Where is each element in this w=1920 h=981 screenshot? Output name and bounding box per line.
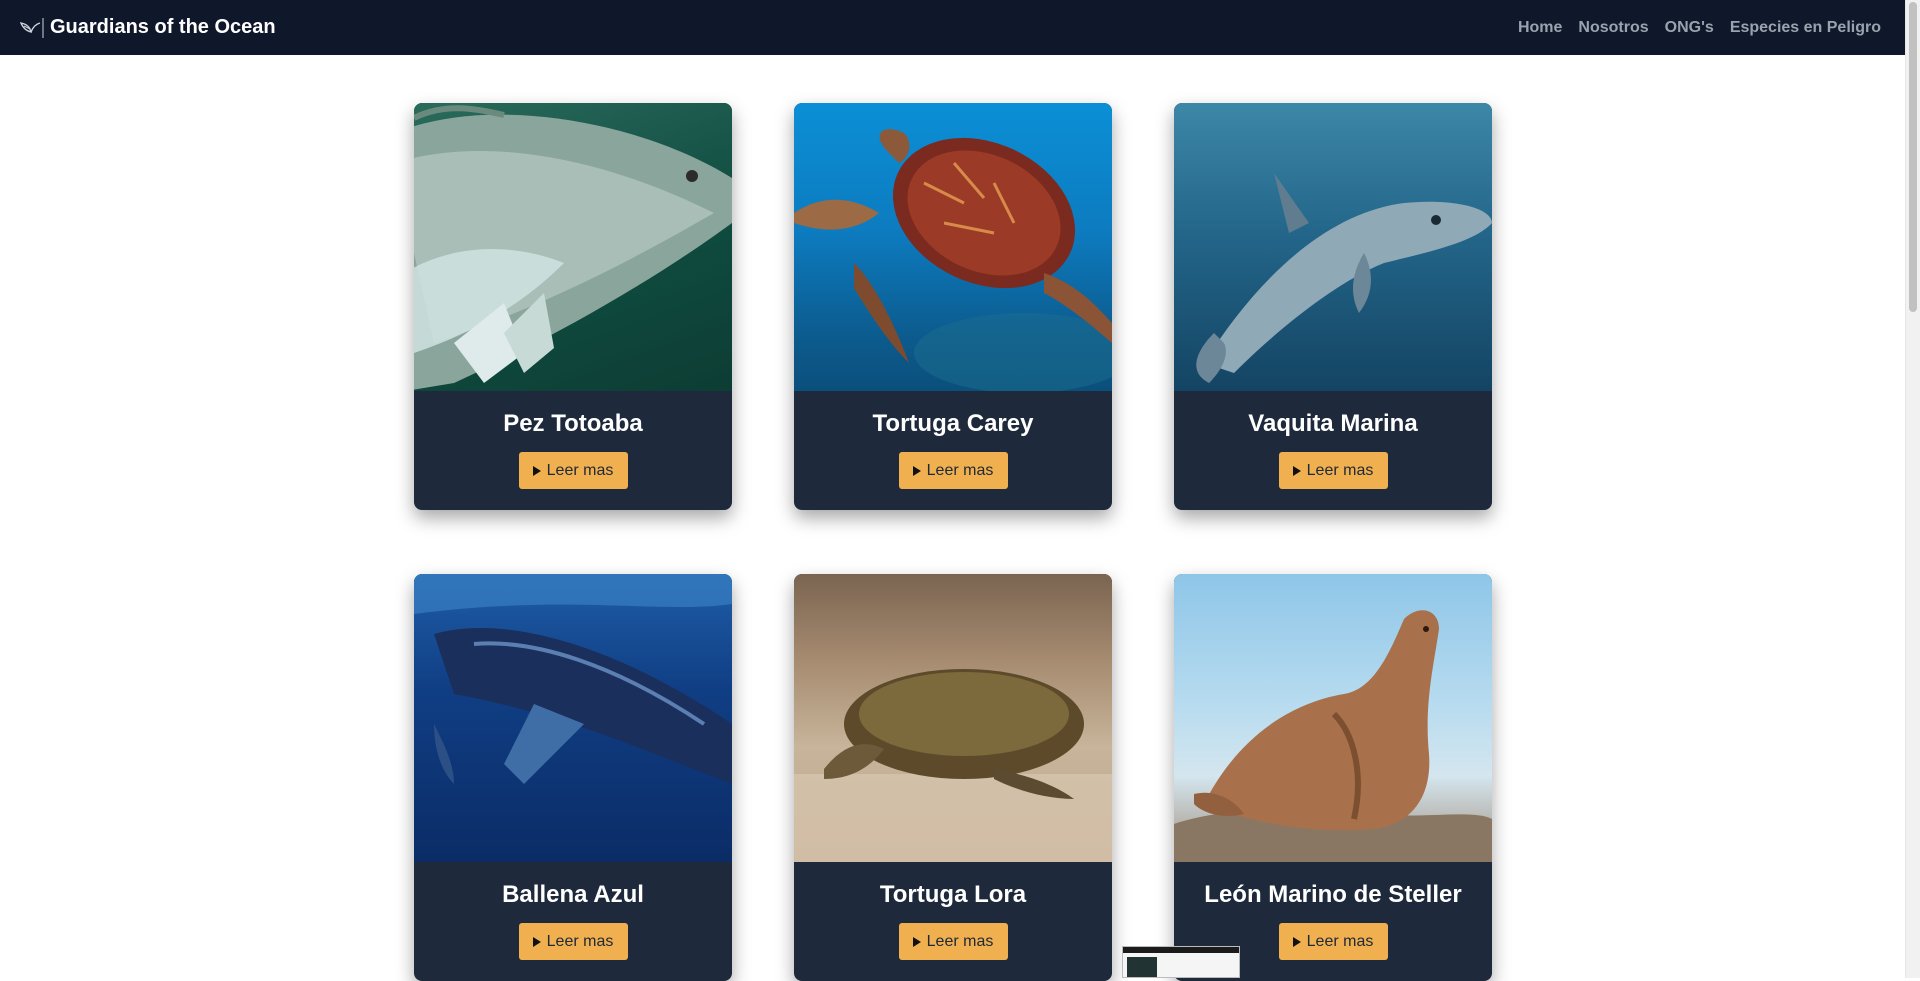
read-more-button[interactable]: Leer mas xyxy=(518,923,628,960)
species-image xyxy=(794,103,1112,391)
wing-logo-icon xyxy=(18,15,44,41)
play-icon xyxy=(912,936,921,947)
species-grid: Pez Totoaba Leer mas Tortuga Carey Leer … xyxy=(414,103,1492,981)
play-icon xyxy=(1292,936,1301,947)
brand-name: Guardians of the Ocean xyxy=(50,16,276,38)
card-body: Tortuga Lora Leer mas xyxy=(794,862,1112,981)
read-more-button[interactable]: Leer mas xyxy=(898,452,1008,489)
play-icon xyxy=(1292,465,1301,476)
species-card: León Marino de Steller Leer mas xyxy=(1174,574,1492,981)
scrollbar-thumb[interactable] xyxy=(1909,2,1917,312)
card-title: Vaquita Marina xyxy=(1248,410,1418,437)
read-more-button[interactable]: Leer mas xyxy=(1278,452,1388,489)
species-image xyxy=(794,574,1112,862)
nav-link-nosotros[interactable]: Nosotros xyxy=(1578,19,1648,37)
nav-links: Home Nosotros ONG's Especies en Peligro xyxy=(1518,19,1881,37)
read-more-label: Leer mas xyxy=(546,932,614,950)
card-title: Pez Totoaba xyxy=(503,410,643,437)
read-more-label: Leer mas xyxy=(1306,461,1374,479)
read-more-label: Leer mas xyxy=(1306,932,1374,950)
card-title: Tortuga Lora xyxy=(879,881,1027,908)
read-more-button[interactable]: Leer mas xyxy=(518,452,628,489)
card-body: Pez Totoaba Leer mas xyxy=(414,391,732,510)
card-title: Tortuga Carey xyxy=(872,410,1034,437)
species-card: Vaquita Marina Leer mas xyxy=(1174,103,1492,510)
species-image xyxy=(1174,574,1492,862)
vertical-scrollbar[interactable] xyxy=(1905,0,1920,978)
nav-link-home[interactable]: Home xyxy=(1518,19,1562,37)
species-image xyxy=(1174,103,1492,391)
thumbnail-preview xyxy=(1127,957,1157,977)
read-more-label: Leer mas xyxy=(926,461,994,479)
nav-link-especies[interactable]: Especies en Peligro xyxy=(1730,19,1881,37)
species-card: Ballena Azul Leer mas xyxy=(414,574,732,981)
species-image xyxy=(414,103,732,391)
card-body: Tortuga Carey Leer mas xyxy=(794,391,1112,510)
thumbnail-titlebar xyxy=(1123,947,1239,953)
species-card: Tortuga Lora Leer mas xyxy=(794,574,1112,981)
read-more-label: Leer mas xyxy=(546,461,614,479)
species-card: Tortuga Carey Leer mas xyxy=(794,103,1112,510)
read-more-label: Leer mas xyxy=(926,932,994,950)
card-body: Vaquita Marina Leer mas xyxy=(1174,391,1492,510)
read-more-button[interactable]: Leer mas xyxy=(1278,923,1388,960)
species-image xyxy=(414,574,732,862)
species-card: Pez Totoaba Leer mas xyxy=(414,103,732,510)
play-icon xyxy=(912,465,921,476)
card-body: Ballena Azul Leer mas xyxy=(414,862,732,981)
read-more-button[interactable]: Leer mas xyxy=(898,923,1008,960)
card-title: León Marino de Steller xyxy=(1204,881,1462,908)
play-icon xyxy=(532,936,541,947)
navbar: Guardians of the Ocean Home Nosotros ONG… xyxy=(0,0,1905,55)
window-thumbnail[interactable] xyxy=(1122,946,1240,978)
card-title: Ballena Azul xyxy=(502,881,644,908)
play-icon xyxy=(532,465,541,476)
nav-link-ongs[interactable]: ONG's xyxy=(1665,19,1714,37)
brand[interactable]: Guardians of the Ocean xyxy=(18,15,276,41)
